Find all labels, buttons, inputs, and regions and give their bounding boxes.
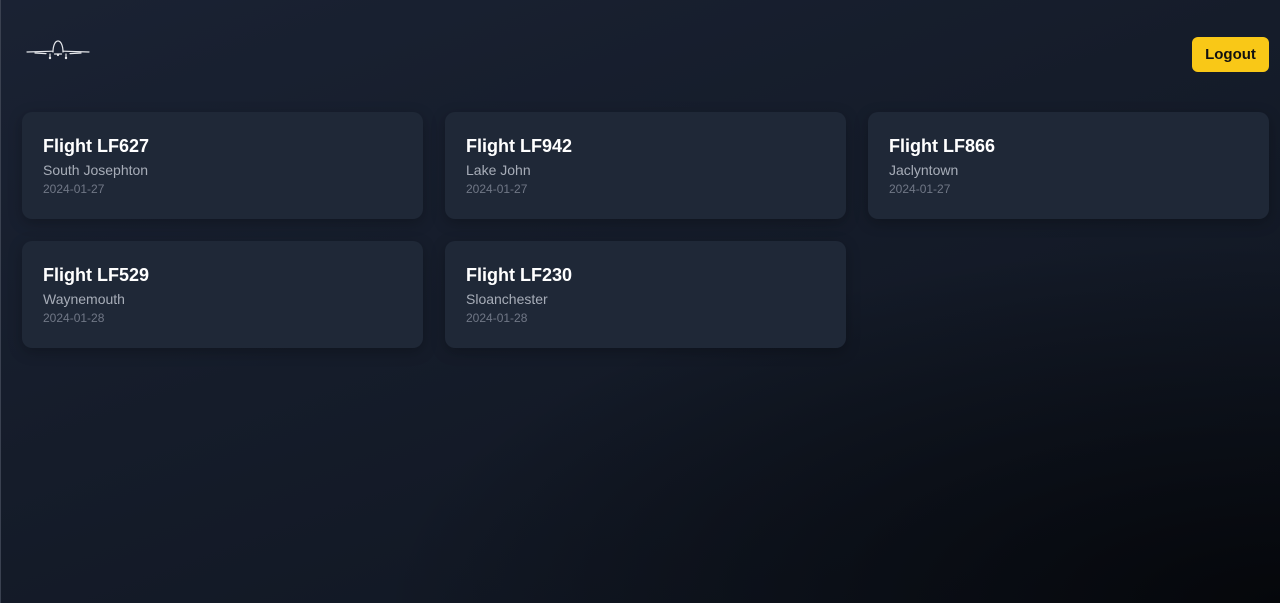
flight-card[interactable]: Flight LF230 Sloanchester 2024-01-28 xyxy=(445,241,846,348)
flight-card[interactable]: Flight LF529 Waynemouth 2024-01-28 xyxy=(22,241,423,348)
flight-card[interactable]: Flight LF942 Lake John 2024-01-27 xyxy=(445,112,846,219)
flight-destination: South Josephton xyxy=(43,162,149,178)
flight-card[interactable]: Flight LF627 South Josephton 2024-01-27 xyxy=(22,112,423,219)
flight-number: Flight LF627 xyxy=(43,136,150,156)
flight-date: 2024-01-27 xyxy=(43,182,105,196)
flight-number: Flight LF942 xyxy=(466,136,573,156)
flight-number: Flight LF866 xyxy=(889,136,996,156)
flight-destination: Jaclyntown xyxy=(889,162,959,178)
flight-date: 2024-01-27 xyxy=(466,182,528,196)
flight-date: 2024-01-28 xyxy=(43,311,105,325)
airplane-icon xyxy=(26,38,90,62)
flight-number: Flight LF529 xyxy=(43,265,150,285)
flight-date: 2024-01-27 xyxy=(889,182,951,196)
flight-destination: Waynemouth xyxy=(43,291,125,307)
flight-destination: Lake John xyxy=(466,162,531,178)
flight-card[interactable]: Flight LF866 Jaclyntown 2024-01-27 xyxy=(868,112,1269,219)
logout-button[interactable]: Logout xyxy=(1192,37,1269,72)
flight-destination: Sloanchester xyxy=(466,291,548,307)
flight-date: 2024-01-28 xyxy=(466,311,528,325)
flight-number: Flight LF230 xyxy=(466,265,573,285)
app-header: Logout xyxy=(0,0,1280,100)
